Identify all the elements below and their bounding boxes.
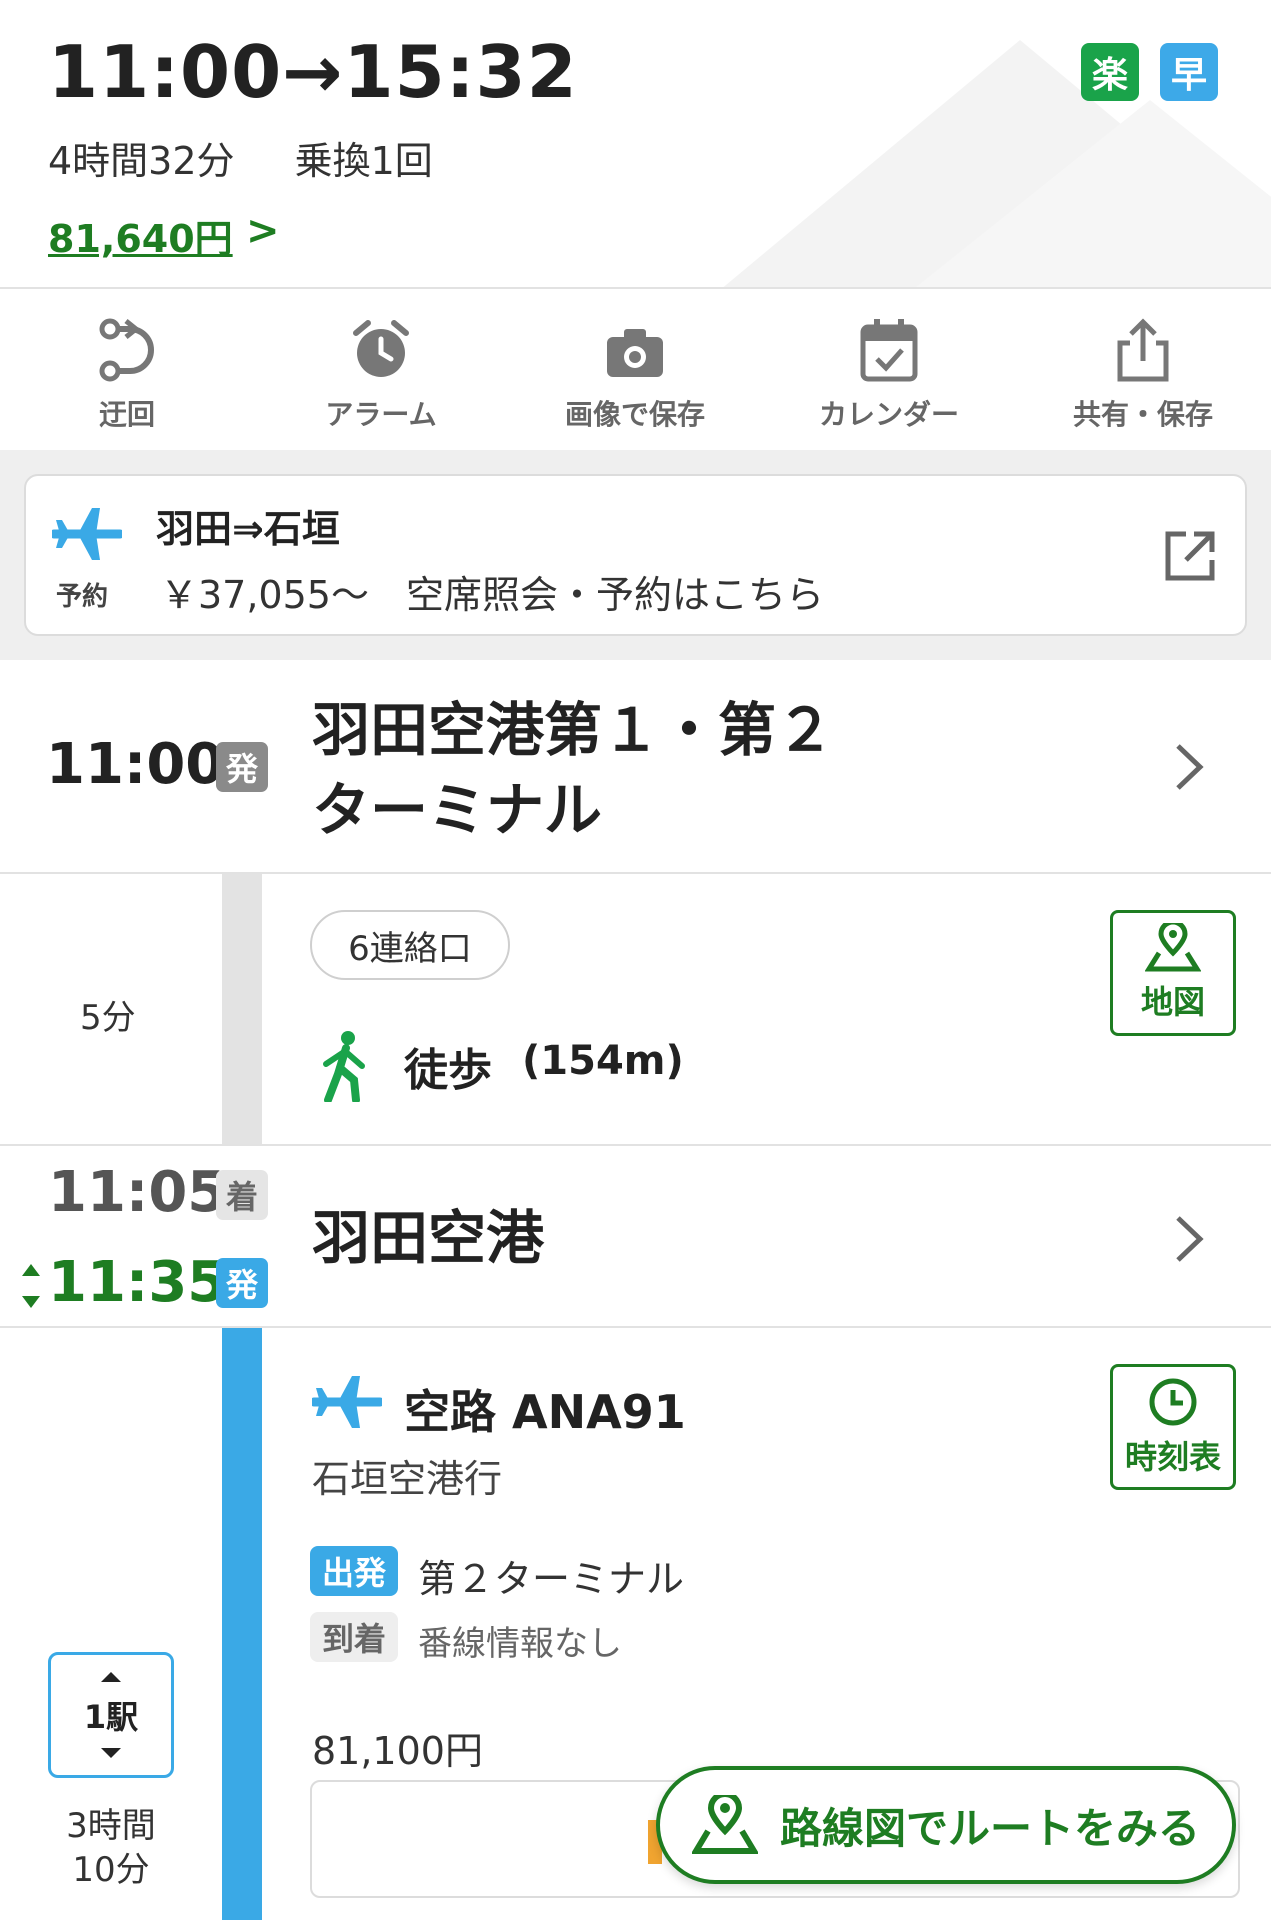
flight-destination: 石垣空港行	[312, 1457, 503, 1501]
flight-route: 羽田⇒石垣	[156, 507, 340, 551]
route-map-label: 路線図でルートをみる	[779, 1803, 1200, 1853]
save-image-button[interactable]: 画像で保存	[508, 289, 762, 449]
stops-count: 1駅	[83, 1698, 139, 1736]
chevron-right-icon	[1176, 1216, 1204, 1262]
chevron-right-icon[interactable]: >	[246, 208, 280, 254]
wait-arrows-icon	[22, 1264, 40, 1308]
action-toolbar: 迂回 アラーム 画像で保存 カレンダー 共有・保存	[0, 289, 1271, 449]
reserve-label: 予約	[56, 582, 109, 612]
chevron-down-icon	[101, 1748, 121, 1758]
flight-title: 空路 ANA91	[404, 1385, 686, 1439]
departure-tag: 発	[216, 1258, 268, 1308]
transfer-station-name: 羽田空港	[312, 1204, 545, 1272]
flight-rail	[222, 1328, 262, 1920]
share-icon	[1117, 318, 1169, 382]
save-image-label: 画像で保存	[564, 398, 705, 431]
transfer-station-row[interactable]: 11:05 着 11:35 発 羽田空港	[0, 1146, 1271, 1326]
flight-duration-line1: 3時間	[66, 1806, 156, 1846]
departure-station-name-line2: ターミナル	[312, 776, 603, 844]
flight-price: ￥37,055〜	[160, 573, 369, 617]
exit-pill: 6連絡口	[310, 910, 510, 980]
reservation-info: 空席照会・予約はこちら	[406, 573, 825, 617]
walk-distance: (154m)	[522, 1038, 684, 1084]
chevron-right-icon	[1176, 744, 1204, 790]
arrival-time: 11:05	[48, 1160, 227, 1225]
departure-time: 11:00	[46, 732, 225, 797]
map-button-label: 地図	[1140, 983, 1205, 1021]
easy-badge: 楽	[1081, 43, 1139, 101]
detour-button[interactable]: 迂回	[0, 289, 254, 449]
walking-person-icon	[323, 1031, 365, 1102]
transfer-count: 乗換1回	[294, 139, 433, 183]
walk-segment: 5分 6連絡口 徒歩 (154m) 地図	[0, 874, 1271, 1144]
map-pin-icon	[1145, 923, 1201, 972]
calendar-check-icon	[860, 319, 918, 382]
calendar-label: カレンダー	[818, 398, 959, 431]
departure-tag: 発	[216, 742, 268, 792]
header-background-shape	[900, 100, 1271, 287]
flight-duration-line2: 10分	[72, 1850, 150, 1890]
time-range: 11:00→15:32	[48, 30, 578, 114]
map-button[interactable]: 地図	[1110, 910, 1236, 1036]
departure-time: 11:35	[48, 1250, 227, 1315]
map-pin-icon	[691, 1795, 758, 1854]
total-duration: 4時間32分	[48, 139, 235, 183]
flight-reservation-area: 予約 羽田⇒石垣 ￥37,055〜 空席照会・予約はこちら	[0, 450, 1271, 660]
walk-rail	[222, 874, 262, 1144]
camera-icon	[607, 329, 663, 377]
detour-icon	[99, 318, 154, 382]
chevron-up-icon	[101, 1672, 121, 1682]
route-meta: 4時間32分 乗換1回	[48, 130, 433, 185]
alarm-label: アラーム	[325, 398, 437, 431]
external-link-icon	[1165, 531, 1215, 581]
arrive-info: 番線情報なし	[418, 1624, 622, 1664]
alarm-button[interactable]: アラーム	[254, 289, 508, 449]
walk-duration: 5分	[80, 998, 136, 1038]
share-save-label: 共有・保存	[1072, 398, 1213, 431]
route-summary-header: 11:00→15:32 4時間32分 乗換1回 81,640円 > 楽 早	[0, 0, 1271, 287]
detour-label: 迂回	[98, 398, 155, 431]
depart-tag: 出発	[310, 1546, 399, 1596]
alarm-clock-icon	[353, 320, 409, 377]
timetable-label: 時刻表	[1124, 1438, 1221, 1476]
share-save-button[interactable]: 共有・保存	[1016, 289, 1270, 449]
airplane-icon	[52, 508, 122, 560]
arrival-tag: 着	[216, 1170, 268, 1220]
clock-icon	[1149, 1378, 1197, 1426]
arrive-tag: 到着	[310, 1612, 399, 1662]
departure-station-name-line1: 羽田空港第１・第２	[312, 696, 835, 764]
fast-badge: 早	[1160, 43, 1218, 101]
timetable-button[interactable]: 時刻表	[1110, 1364, 1236, 1490]
walk-mode: 徒歩	[404, 1045, 492, 1096]
stops-stepper[interactable]: 1駅	[48, 1652, 174, 1778]
airplane-icon	[312, 1376, 382, 1428]
departure-station-row[interactable]: 11:00 発 羽田空港第１・第２ ターミナル	[0, 660, 1271, 872]
flight-reservation-banner[interactable]: 予約 羽田⇒石垣 ￥37,055〜 空席照会・予約はこちら	[24, 474, 1247, 636]
route-map-button[interactable]: 路線図でルートをみる	[656, 1766, 1236, 1884]
fare-link[interactable]: 81,640円	[48, 208, 233, 263]
depart-terminal: 第２ターミナル	[418, 1557, 685, 1601]
segment-fare: 81,100円	[312, 1729, 483, 1773]
calendar-button[interactable]: カレンダー	[762, 289, 1016, 449]
